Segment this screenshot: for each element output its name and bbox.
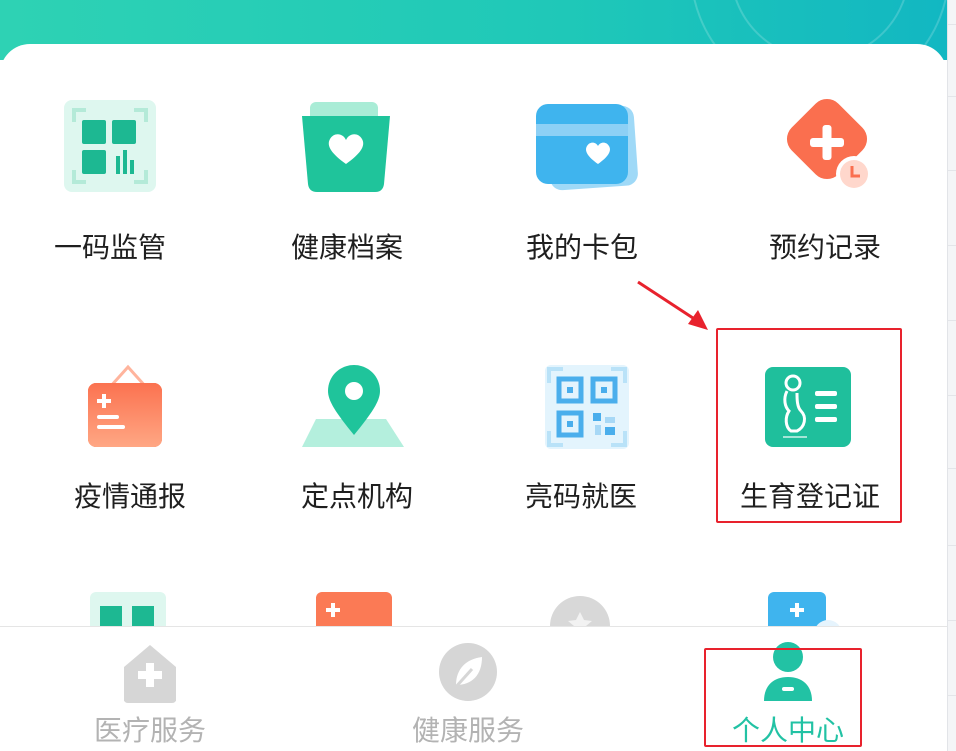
appointment-record-icon [780, 98, 880, 198]
epidemic-report-icon [80, 363, 180, 463]
nav-item-medical-service[interactable]: 医疗服务 [30, 627, 270, 751]
grid-item-label: 定点机构 [300, 480, 413, 513]
health-file-icon [296, 98, 396, 198]
card-wallet-icon [532, 98, 642, 198]
medal-icon[interactable] [548, 590, 628, 630]
qr-supervision-icon[interactable] [88, 590, 168, 630]
qr-code-icon [538, 363, 638, 463]
hospital-icon [120, 641, 180, 703]
epidemic-report-icon[interactable] [314, 590, 394, 630]
grid-item-label: 我的卡包 [525, 231, 638, 264]
grid-item-label: 疫情通报 [73, 480, 186, 513]
medical-card-icon[interactable] [766, 590, 846, 630]
nav-label: 医疗服务 [93, 714, 206, 747]
highlight-box [704, 648, 862, 747]
grid-item-label: 预约记录 [768, 231, 881, 264]
grid-item-label: 一码监管 [53, 231, 166, 264]
nav-item-health-service[interactable]: 健康服务 [348, 627, 588, 751]
leaf-icon [438, 641, 498, 703]
highlight-box [716, 328, 902, 523]
annotation-arrow-icon [637, 280, 708, 330]
location-pin-icon [300, 363, 404, 463]
qr-supervision-icon [60, 98, 160, 198]
nav-label: 健康服务 [411, 714, 524, 747]
grid-item-label: 健康档案 [290, 231, 403, 264]
grid-item-label: 亮码就医 [524, 480, 637, 513]
side-strip [947, 0, 956, 751]
